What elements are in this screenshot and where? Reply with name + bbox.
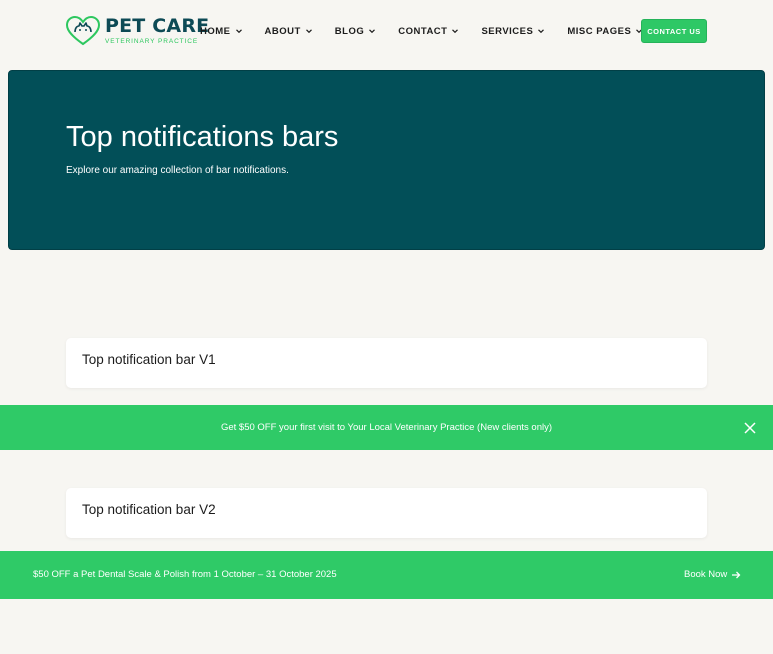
notification-bar-text: Get $50 OFF your first visit to Your Loc… bbox=[220, 422, 553, 433]
nav-item-home[interactable]: HOME bbox=[200, 24, 243, 38]
logo[interactable]: PET CARE VETERINARY PRACTICE bbox=[65, 14, 209, 48]
main-nav: HOME ABOUT BLOG CONTACT SERVICES MISC PA… bbox=[200, 24, 665, 38]
chevron-down-icon bbox=[452, 29, 459, 34]
contact-us-button[interactable]: CONTACT US bbox=[641, 19, 707, 43]
notification-bar-text: $50 OFF a Pet Dental Scale & Polish from… bbox=[33, 569, 337, 580]
logo-title: PET CARE bbox=[105, 14, 210, 37]
page-title: Top notifications bars bbox=[66, 121, 339, 153]
notification-bar-v2: $50 OFF a Pet Dental Scale & Polish from… bbox=[0, 551, 773, 599]
site-header: PET CARE VETERINARY PRACTICE HOME ABOUT … bbox=[0, 0, 773, 62]
nav-item-services[interactable]: SERVICES bbox=[481, 24, 545, 38]
section-card-v1: Top notification bar V1 bbox=[66, 338, 707, 388]
nav-item-blog[interactable]: BLOG bbox=[335, 24, 376, 38]
page-subtitle: Explore our amazing collection of bar no… bbox=[66, 165, 289, 176]
nav-item-contact[interactable]: CONTACT bbox=[398, 24, 459, 38]
book-now-label: Book Now bbox=[684, 569, 728, 580]
section-card-v2: Top notification bar V2 bbox=[66, 488, 707, 538]
nav-item-label: CONTACT bbox=[398, 25, 448, 37]
nav-item-misc-pages[interactable]: MISC PAGES bbox=[567, 24, 643, 38]
chevron-down-icon bbox=[538, 29, 545, 34]
chevron-down-icon bbox=[305, 29, 312, 34]
section-card-title: Top notification bar V1 bbox=[82, 352, 216, 367]
arrow-right-icon bbox=[732, 571, 741, 578]
nav-item-about[interactable]: ABOUT bbox=[265, 24, 313, 38]
logo-subtitle: VETERINARY PRACTICE bbox=[105, 37, 199, 45]
nav-item-label: SERVICES bbox=[481, 25, 534, 37]
chevron-down-icon bbox=[369, 29, 376, 34]
nav-item-label: HOME bbox=[200, 25, 231, 37]
pet-heart-logo-icon bbox=[65, 15, 101, 46]
nav-item-label: BLOG bbox=[334, 25, 365, 37]
book-now-link[interactable]: Book Now bbox=[684, 569, 741, 580]
nav-item-label: ABOUT bbox=[264, 25, 301, 37]
nav-item-label: MISC PAGES bbox=[567, 25, 632, 37]
notification-bar-v1: Get $50 OFF your first visit to Your Loc… bbox=[0, 405, 773, 450]
hero-banner: Top notifications bars Explore our amazi… bbox=[8, 70, 765, 250]
chevron-down-icon bbox=[235, 29, 242, 34]
section-card-title: Top notification bar V2 bbox=[82, 502, 216, 517]
close-icon[interactable] bbox=[743, 421, 757, 435]
